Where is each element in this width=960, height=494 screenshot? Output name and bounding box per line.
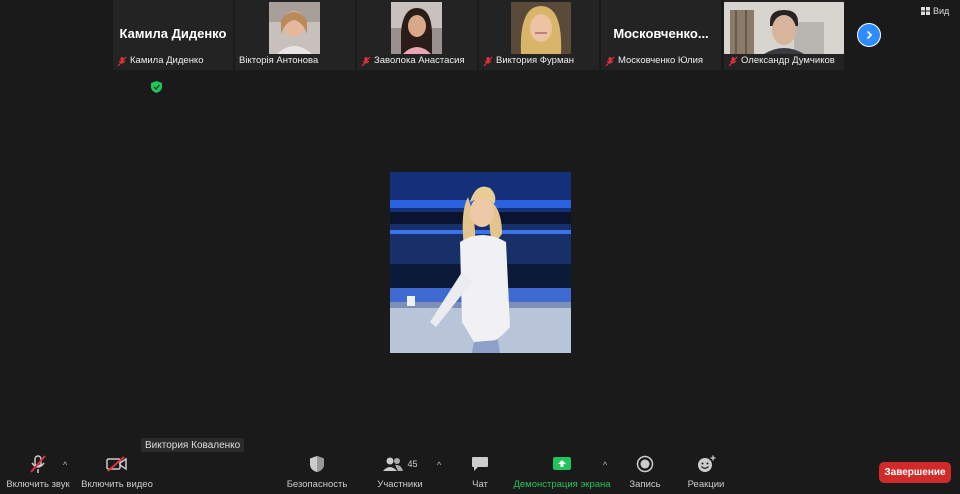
participant-display-name: Камила Диденко (119, 26, 227, 41)
muted-mic-icon (728, 56, 738, 66)
participants-options-caret[interactable]: ^ (437, 460, 441, 470)
muted-mic-icon (30, 455, 46, 473)
participant-caption: Заволока Анастасия (357, 54, 467, 68)
reactions-icon (698, 455, 716, 472)
active-speaker-name: Виктория Коваленко (141, 438, 245, 453)
next-page-button[interactable] (857, 23, 881, 47)
participant-name: Заволока Анастасия (374, 55, 465, 66)
view-button[interactable]: Вид (921, 6, 949, 16)
active-speaker-video (390, 172, 571, 353)
record-label: Запись (629, 479, 661, 490)
participant-tile[interactable]: Виктория Фурман (479, 0, 599, 70)
record-button[interactable]: Запись (628, 452, 662, 490)
participant-tile[interactable]: Заволока Анастасия (357, 0, 477, 70)
audio-options-caret[interactable]: ^ (63, 460, 67, 470)
participant-name: Вікторія Антонова (239, 55, 319, 66)
reactions-button[interactable]: Реакции (686, 452, 726, 490)
muted-mic-icon (605, 56, 615, 66)
participant-tile[interactable]: Московченко... Московченко Юлия (601, 0, 721, 70)
chat-icon (472, 457, 488, 471)
participants-count: 45 (407, 459, 418, 469)
participant-name: Виктория Фурман (496, 55, 575, 66)
chat-label: Чат (472, 479, 488, 490)
security-button[interactable]: Безопасность (286, 452, 348, 490)
participant-name: Камила Диденко (130, 55, 204, 66)
participant-name: Олександр Думчиков (741, 55, 835, 66)
share-screen-label: Демонстрация экрана (513, 479, 611, 490)
chevron-right-icon (866, 30, 873, 40)
share-screen-button[interactable]: Демонстрация экрана (513, 452, 611, 490)
participant-display-name: Московченко... (613, 26, 709, 41)
participants-button[interactable]: 45 Участники (376, 452, 424, 490)
share-screen-icon (553, 457, 571, 470)
record-icon (636, 455, 654, 473)
end-meeting-button[interactable]: Завершение (879, 462, 951, 483)
unmute-label: Включить звук (6, 479, 70, 490)
chat-button[interactable]: Чат (465, 452, 495, 490)
grid-icon (921, 7, 930, 15)
participant-video (724, 2, 844, 54)
start-video-button[interactable]: Включить видео (81, 452, 153, 490)
reactions-label: Реакции (687, 479, 725, 490)
muted-mic-icon (483, 56, 493, 66)
security-label: Безопасность (286, 479, 348, 490)
muted-mic-icon (117, 56, 127, 66)
start-video-label: Включить видео (81, 479, 153, 490)
participant-caption: Олександр Думчиков (724, 54, 837, 68)
participants-label: Участники (377, 479, 423, 490)
security-shield-icon (310, 456, 324, 472)
view-label: Вид (933, 6, 950, 16)
participant-tile[interactable]: Олександр Думчиков (724, 0, 844, 70)
participant-tile[interactable]: Камила Диденко Камила Диденко (113, 0, 233, 70)
video-off-icon (106, 456, 127, 472)
participant-video (391, 2, 442, 54)
participant-caption: Виктория Фурман (479, 54, 576, 68)
participants-icon (383, 457, 404, 471)
meeting-toolbar: Включить звук ^ Включить видео Безопасно… (0, 452, 960, 494)
participant-video (511, 2, 571, 54)
participant-tile[interactable]: Вікторія Антонова (235, 0, 355, 70)
muted-mic-icon (361, 56, 371, 66)
participant-caption: Вікторія Антонова (235, 54, 320, 68)
participant-video (269, 2, 320, 54)
participant-name: Московченко Юлия (618, 55, 704, 66)
participant-caption: Камила Диденко (113, 54, 205, 68)
encryption-shield-icon[interactable] (151, 81, 162, 93)
unmute-button[interactable]: Включить звук (5, 452, 71, 490)
share-options-caret[interactable]: ^ (603, 460, 607, 470)
participant-caption: Московченко Юлия (601, 54, 705, 68)
